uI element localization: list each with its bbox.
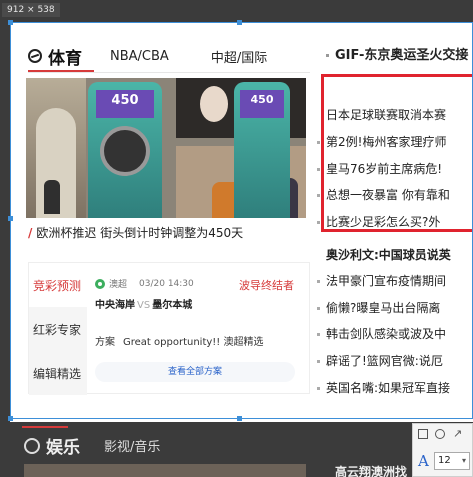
news-text: 第2例!梅州客家理疗师 [326, 135, 447, 149]
resize-handle-top[interactable] [237, 20, 242, 25]
entertainment-title[interactable]: 娱乐 [46, 433, 80, 458]
news-text: 日本足球联赛取消本赛 [326, 108, 447, 122]
rectangle-tool-icon[interactable] [418, 429, 428, 439]
news-item[interactable]: 比赛少足彩怎么买?外 [317, 213, 441, 230]
news-text: 比赛少足彩怎么买?外 [326, 215, 441, 229]
ellipse-tool-icon[interactable] [435, 429, 445, 439]
entertainment-icon [24, 437, 40, 454]
news-text: 英国名嘴:如果冠军直接 [326, 381, 451, 395]
plan-row[interactable]: 方案 Great opportunity!! 澳超精选 [95, 333, 305, 348]
tab-hongcai-expert[interactable]: 红彩专家 [29, 307, 87, 351]
match-card: 澳超 03/20 14:30 波导终结者 中央海岸 VS 墨尔本城 方案 Great … [95, 277, 305, 382]
countdown-screen-left: 450 [96, 90, 154, 118]
news-item[interactable]: 韩击剑队感染或波及中 [317, 325, 447, 342]
font-size-select[interactable]: 12 ▾ [434, 452, 470, 470]
entertainment-underline [22, 426, 68, 428]
right-headline[interactable]: GIF-东京奥运圣火交接 [326, 44, 468, 63]
bullet-dot [317, 360, 320, 363]
news-item[interactable]: 日本足球联赛取消本赛 [326, 106, 446, 123]
photo-caption[interactable]: / 欧洲杯推迟 街头倒计时钟调整为450天 [28, 224, 308, 241]
headline-bullet [326, 54, 329, 57]
news-item-featured[interactable]: 奥沙利文:中国球员说英 [326, 246, 451, 263]
bullet-dot [317, 387, 320, 390]
plan-label: 方案 [95, 337, 115, 348]
bullet-dot [317, 307, 320, 310]
countdown-clock-left: 450 [88, 82, 162, 218]
caption-slash: / [28, 226, 33, 240]
news-text: 皇马76岁前主席病危! [326, 162, 443, 176]
font-size-value: 12 [438, 455, 451, 466]
entertainment-header: 娱乐 影视/音乐 [24, 433, 160, 458]
sports-ball-icon [28, 49, 42, 63]
news-text: 法甲豪门宣布疫情期间 [326, 274, 447, 288]
news-text: 奥沙利文:中国球员说英 [326, 248, 451, 262]
soccer-ball-icon [95, 278, 105, 289]
sports-title[interactable]: 体育 [48, 44, 82, 69]
match-teams[interactable]: 中央海岸 VS 墨尔本城 [95, 296, 305, 311]
news-item[interactable]: 辟谣了!篮网官微:说厄 [317, 352, 443, 369]
resize-handle-bottom[interactable] [237, 416, 242, 421]
countdown-clock-right: 450 [234, 82, 290, 218]
news-text: 辟谣了!篮网官微:说厄 [326, 354, 443, 368]
league-name: 澳超 [109, 280, 128, 290]
chevron-down-icon: ▾ [461, 456, 466, 465]
tab-editor-picks[interactable]: 编辑精选 [29, 351, 87, 395]
news-text: 韩击剑队感染或波及中 [326, 327, 447, 341]
bullet-dot [317, 333, 320, 336]
entertainment-news-item[interactable]: 高云翔澳洲找 [335, 463, 407, 477]
caption-text[interactable]: 欧洲杯推迟 街头倒计时钟调整为450天 [36, 226, 243, 240]
tab-film-music[interactable]: 影视/音乐 [104, 436, 160, 455]
view-all-plans-button[interactable]: 查看全部方案 [95, 362, 295, 382]
away-team: 墨尔本城 [152, 300, 193, 311]
text-tool-icon[interactable]: A [418, 452, 429, 470]
sports-section-header: 体育 NBA/CBA 中超/国际 [28, 42, 309, 70]
resize-handle-bottom-left[interactable] [8, 416, 13, 421]
red-highlight-box [321, 74, 473, 232]
entertainment-photo[interactable] [24, 464, 306, 477]
news-item[interactable]: 总想一夜暴富 你有靠和 [317, 186, 450, 203]
countdown-screen-right: 450 [240, 90, 284, 118]
news-item[interactable]: 偷懒?曝皇马出台隔离 [317, 299, 441, 316]
news-item[interactable]: 第2例!梅州客家理疗师 [317, 133, 447, 150]
news-photo[interactable]: 450 450 [26, 78, 306, 218]
news-text: 偷懒?曝皇马出台隔离 [326, 301, 441, 315]
bullet-dot [317, 141, 320, 144]
arrow-tool-icon[interactable]: ↗ [453, 428, 467, 441]
home-team: 中央海岸 [95, 300, 135, 311]
bullet-dot [317, 280, 320, 283]
tab-csl-international[interactable]: 中超/国际 [211, 47, 267, 66]
plan-text: Great opportunity!! 澳超精选 [123, 337, 264, 348]
news-text: 总想一夜暴富 你有靠和 [326, 188, 450, 202]
headline-text: GIF-东京奥运圣火交接 [335, 48, 469, 63]
resize-handle-left[interactable] [8, 216, 13, 221]
person-face [200, 86, 228, 122]
tab-jingcai-forecast[interactable]: 竞彩预测 [29, 263, 87, 307]
news-item[interactable]: 英国名嘴:如果冠军直接 [317, 379, 451, 396]
news-item[interactable]: 法甲豪门宣布疫情期间 [317, 272, 447, 289]
annotation-toolbar: ↗ A 12 ▾ [412, 423, 473, 477]
news-item[interactable]: 皇马76岁前主席病危! [317, 160, 443, 177]
clock-dial [100, 126, 150, 176]
resize-handle-top-left[interactable] [8, 20, 13, 25]
tab-nba-cba[interactable]: NBA/CBA [110, 49, 169, 64]
match-time: 03/20 14:30 [139, 278, 194, 289]
photo-cyclist [44, 180, 60, 214]
lottery-panel: 竞彩预测 红彩专家 编辑精选 澳超 03/20 14:30 波导终结者 中央海岸… [28, 262, 310, 395]
lottery-tabs: 竞彩预测 红彩专家 编辑精选 [29, 263, 87, 395]
bullet-dot [317, 168, 320, 171]
sports-divider [28, 72, 310, 73]
expert-name[interactable]: 波导终结者 [239, 277, 294, 293]
screenshot-dimension-label: 912 × 538 [2, 3, 60, 17]
bullet-dot [317, 194, 320, 197]
bullet-dot [317, 221, 320, 224]
vs-label: VS [137, 300, 151, 311]
